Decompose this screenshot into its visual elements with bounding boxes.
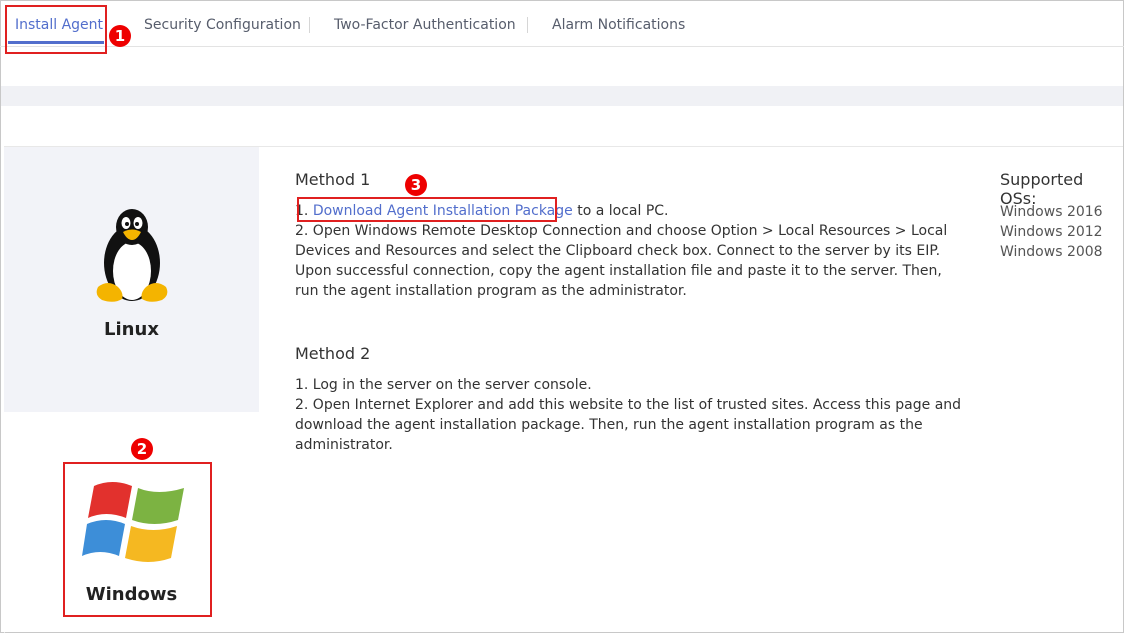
gray-divider-band xyxy=(1,86,1123,106)
annotation-badge-3: 3 xyxy=(405,174,427,196)
annotation-box-windows xyxy=(63,462,212,617)
method-2-step-1: 1. Log in the server on the server conso… xyxy=(295,377,592,393)
annotation-badge-1: 1 xyxy=(109,25,131,47)
method-2-steps: 1. Log in the server on the server conso… xyxy=(295,375,965,455)
method-1-title: Method 1 xyxy=(295,170,371,189)
method-2-title: Method 2 xyxy=(295,344,371,363)
supported-os-item: Windows 2008 xyxy=(1000,244,1103,260)
supported-os-item: Windows 2016 xyxy=(1000,204,1103,220)
annotation-box-download-link xyxy=(297,197,557,222)
tab-alarm-notifications[interactable]: Alarm Notifications xyxy=(552,0,685,46)
tab-two-factor-authentication[interactable]: Two-Factor Authentication xyxy=(334,0,516,46)
linux-penguin-icon xyxy=(96,209,168,302)
os-label-linux: Linux xyxy=(104,319,159,340)
tab-bar: Install Agent Security Configuration Two… xyxy=(0,0,1124,47)
supported-os-item: Windows 2012 xyxy=(1000,224,1103,240)
annotation-box-install-agent xyxy=(5,5,107,54)
supported-os-list: Windows 2016 Windows 2012 Windows 2008 xyxy=(1000,202,1103,262)
tab-security-configuration[interactable]: Security Configuration xyxy=(144,0,301,46)
step-1-suffix: to a local PC. xyxy=(572,203,669,219)
method-1-step-2: 2. Open Windows Remote Desktop Connectio… xyxy=(295,223,948,299)
annotation-badge-2: 2 xyxy=(131,438,153,460)
tab-divider xyxy=(309,17,310,33)
os-card-linux[interactable]: Linux xyxy=(4,147,259,412)
method-2-step-2: 2. Open Internet Explorer and add this w… xyxy=(295,397,962,453)
tab-divider xyxy=(527,17,528,33)
